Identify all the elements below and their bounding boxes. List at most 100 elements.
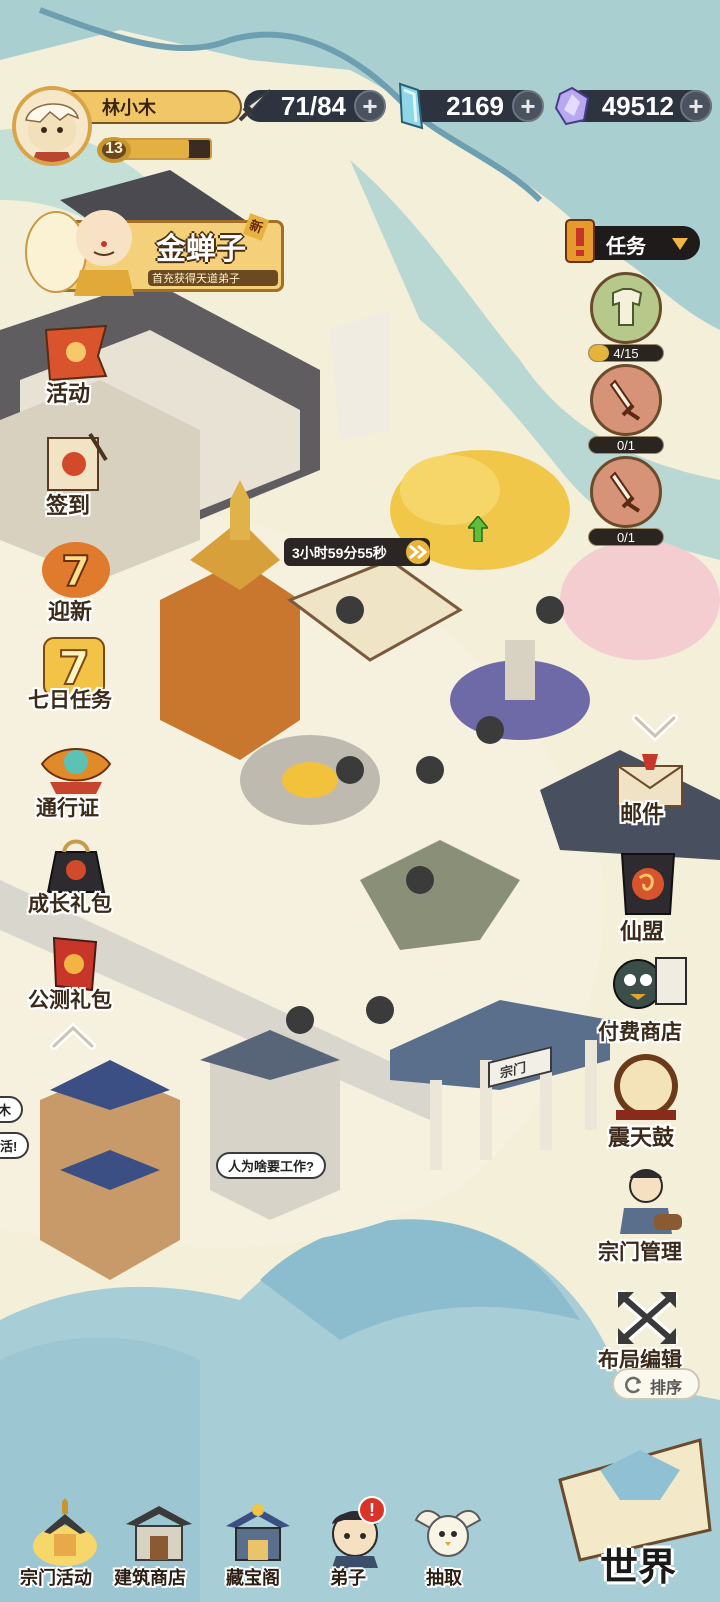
menu-beta-pack-label: 公测礼包 [28,988,112,1012]
clothes-icon [612,288,643,326]
sword-task-icon [609,471,641,513]
task-progress: 0/1 [616,438,636,453]
task-header[interactable]: 任务 [560,216,700,266]
alliance-icon [620,853,676,915]
menu-alliance[interactable]: 仙盟 [590,848,710,948]
bottom-nav: 宗门活动 建筑商店 藏宝阁 ! 弟子 抽取 世界 [0,1496,720,1602]
sort-label: 排序 [650,1380,683,1397]
task-progress: 0/1 [616,530,636,545]
expand-down-icon[interactable] [632,712,678,742]
draw-icon [414,1510,482,1557]
sect-activity-icon [33,1498,97,1566]
layout-edit-icon [616,1290,678,1346]
nav-sect-activity[interactable]: 宗门活动 [10,1496,110,1596]
gem-icon [554,86,590,126]
menu-alliance-label: 仙盟 [620,920,665,945]
menu-seven-day-label: 七日任务 [28,688,112,712]
svg-text:7: 7 [61,547,90,596]
nav-treasure[interactable]: 藏宝阁 [214,1496,304,1596]
nav-disciple-label: 弟子 [330,1568,366,1588]
speech-bubble: 人为啥要工作? [216,1152,326,1179]
menu-pass-label: 通行证 [36,796,99,820]
menu-mail-label: 邮件 [620,802,665,827]
world-label: 世界 [600,1544,677,1589]
nav-disciple[interactable]: ! 弟子 [312,1496,402,1596]
avatar[interactable] [12,86,92,166]
nav-building-shop-label: 建筑商店 [114,1568,186,1588]
alert-icon: ! [369,1500,375,1520]
crystal-icon [398,82,424,130]
menu-paid-shop-label: 付费商店 [598,1020,682,1044]
task-circle [590,456,662,528]
promo-banner[interactable]: 金蝉子 首充获得天道弟子 新 [24,200,284,296]
promo-title: 金蝉子 [156,232,246,267]
promo-subtitle: 首充获得天道弟子 [152,273,240,285]
world-button[interactable]: 世界 [560,1496,720,1600]
refresh-icon [625,1376,642,1394]
task-progress-bar: 0/1 [588,528,664,546]
drum-icon [614,1054,678,1120]
shop-icon [613,957,687,1009]
task-progress-bar: 0/1 [588,436,664,454]
menu-seven-day[interactable]: 7 七日任务 [20,634,130,724]
menu-checkin[interactable]: 签到 [20,430,130,520]
task-progress-bar: 4/15 [588,344,664,362]
task-progress-fill [589,345,609,361]
fast-forward-icon [406,540,430,564]
menu-welcome[interactable]: 7 迎新 [20,538,130,628]
task-circle [590,272,662,344]
right-menu: 邮件 仙盟 付费商店 震天鼓 宗门管理 布局编辑 [590,740,720,1440]
menu-pass[interactable]: 通行证 [20,734,130,824]
sect-manage-icon [620,1169,682,1234]
sort-button[interactable]: 排序 [612,1368,700,1400]
resource-stamina[interactable]: 71/84 + [234,86,394,126]
menu-checkin-label: 签到 [46,494,91,519]
menu-welcome-label: 迎新 [48,600,93,625]
sword-icon [238,89,271,122]
resource-gem[interactable]: 49512 + [552,86,716,126]
task-item[interactable]: 0/1 [586,364,666,458]
resource-crystal[interactable]: 2169 + [392,82,552,130]
menu-beta-pack[interactable]: 公测礼包 [20,932,130,1022]
task-item[interactable]: 4/15 [586,272,666,366]
gem-value: 49512 [601,91,674,121]
lantern-icon [40,748,112,794]
monk-portrait-icon [25,210,134,296]
menu-growth-pack-label: 成长礼包 [28,892,112,916]
level-number: 13 [105,140,123,157]
nav-draw[interactable]: 抽取 [404,1496,494,1596]
add-gem-button[interactable]: + [680,90,712,122]
nav-sect-activity-label: 宗门活动 [20,1568,92,1588]
speech-bubble: 活! [0,1132,30,1159]
task-book-icon [565,219,595,263]
menu-growth-pack[interactable]: 成长礼包 [20,832,130,922]
seven-icon: 7 [42,542,110,598]
menu-activity-label: 活动 [46,382,91,407]
task-progress: 4/15 [613,346,639,361]
player-name: 林小木 [102,98,156,118]
add-crystal-button[interactable]: + [512,90,544,122]
menu-activity[interactable]: 活动 [20,320,130,410]
menu-drum[interactable]: 震天鼓 [590,1050,710,1151]
disciple-alert-badge: ! [358,1496,386,1524]
building-shop-icon [126,1506,192,1561]
sword-task-icon [609,379,641,421]
menu-sect-manage-label: 宗门管理 [598,1240,682,1264]
menu-drum-label: 震天鼓 [608,1126,675,1151]
dropdown-arrow-icon [672,238,688,250]
nav-building-shop[interactable]: 建筑商店 [110,1496,210,1596]
timer-text: 3小时59分55秒 [292,545,387,561]
player-panel[interactable]: 林小木 13 [12,86,242,170]
menu-mail[interactable]: 邮件 [590,750,710,846]
add-stamina-button[interactable]: + [354,90,386,122]
build-timer[interactable]: 3小时59分55秒 [284,538,430,566]
stamina-value: 71/84 [280,91,346,121]
collapse-up-icon[interactable] [50,1022,96,1052]
upgrade-arrow-icon[interactable] [468,516,488,542]
task-item[interactable]: 0/1 [586,456,666,550]
nav-treasure-label: 藏宝阁 [226,1568,280,1588]
menu-paid-shop[interactable]: 付费商店 [590,950,710,1046]
treasure-pavilion-icon [226,1504,290,1561]
task-title: 任务 [606,236,646,258]
menu-sect-manage[interactable]: 宗门管理 [590,1164,710,1264]
